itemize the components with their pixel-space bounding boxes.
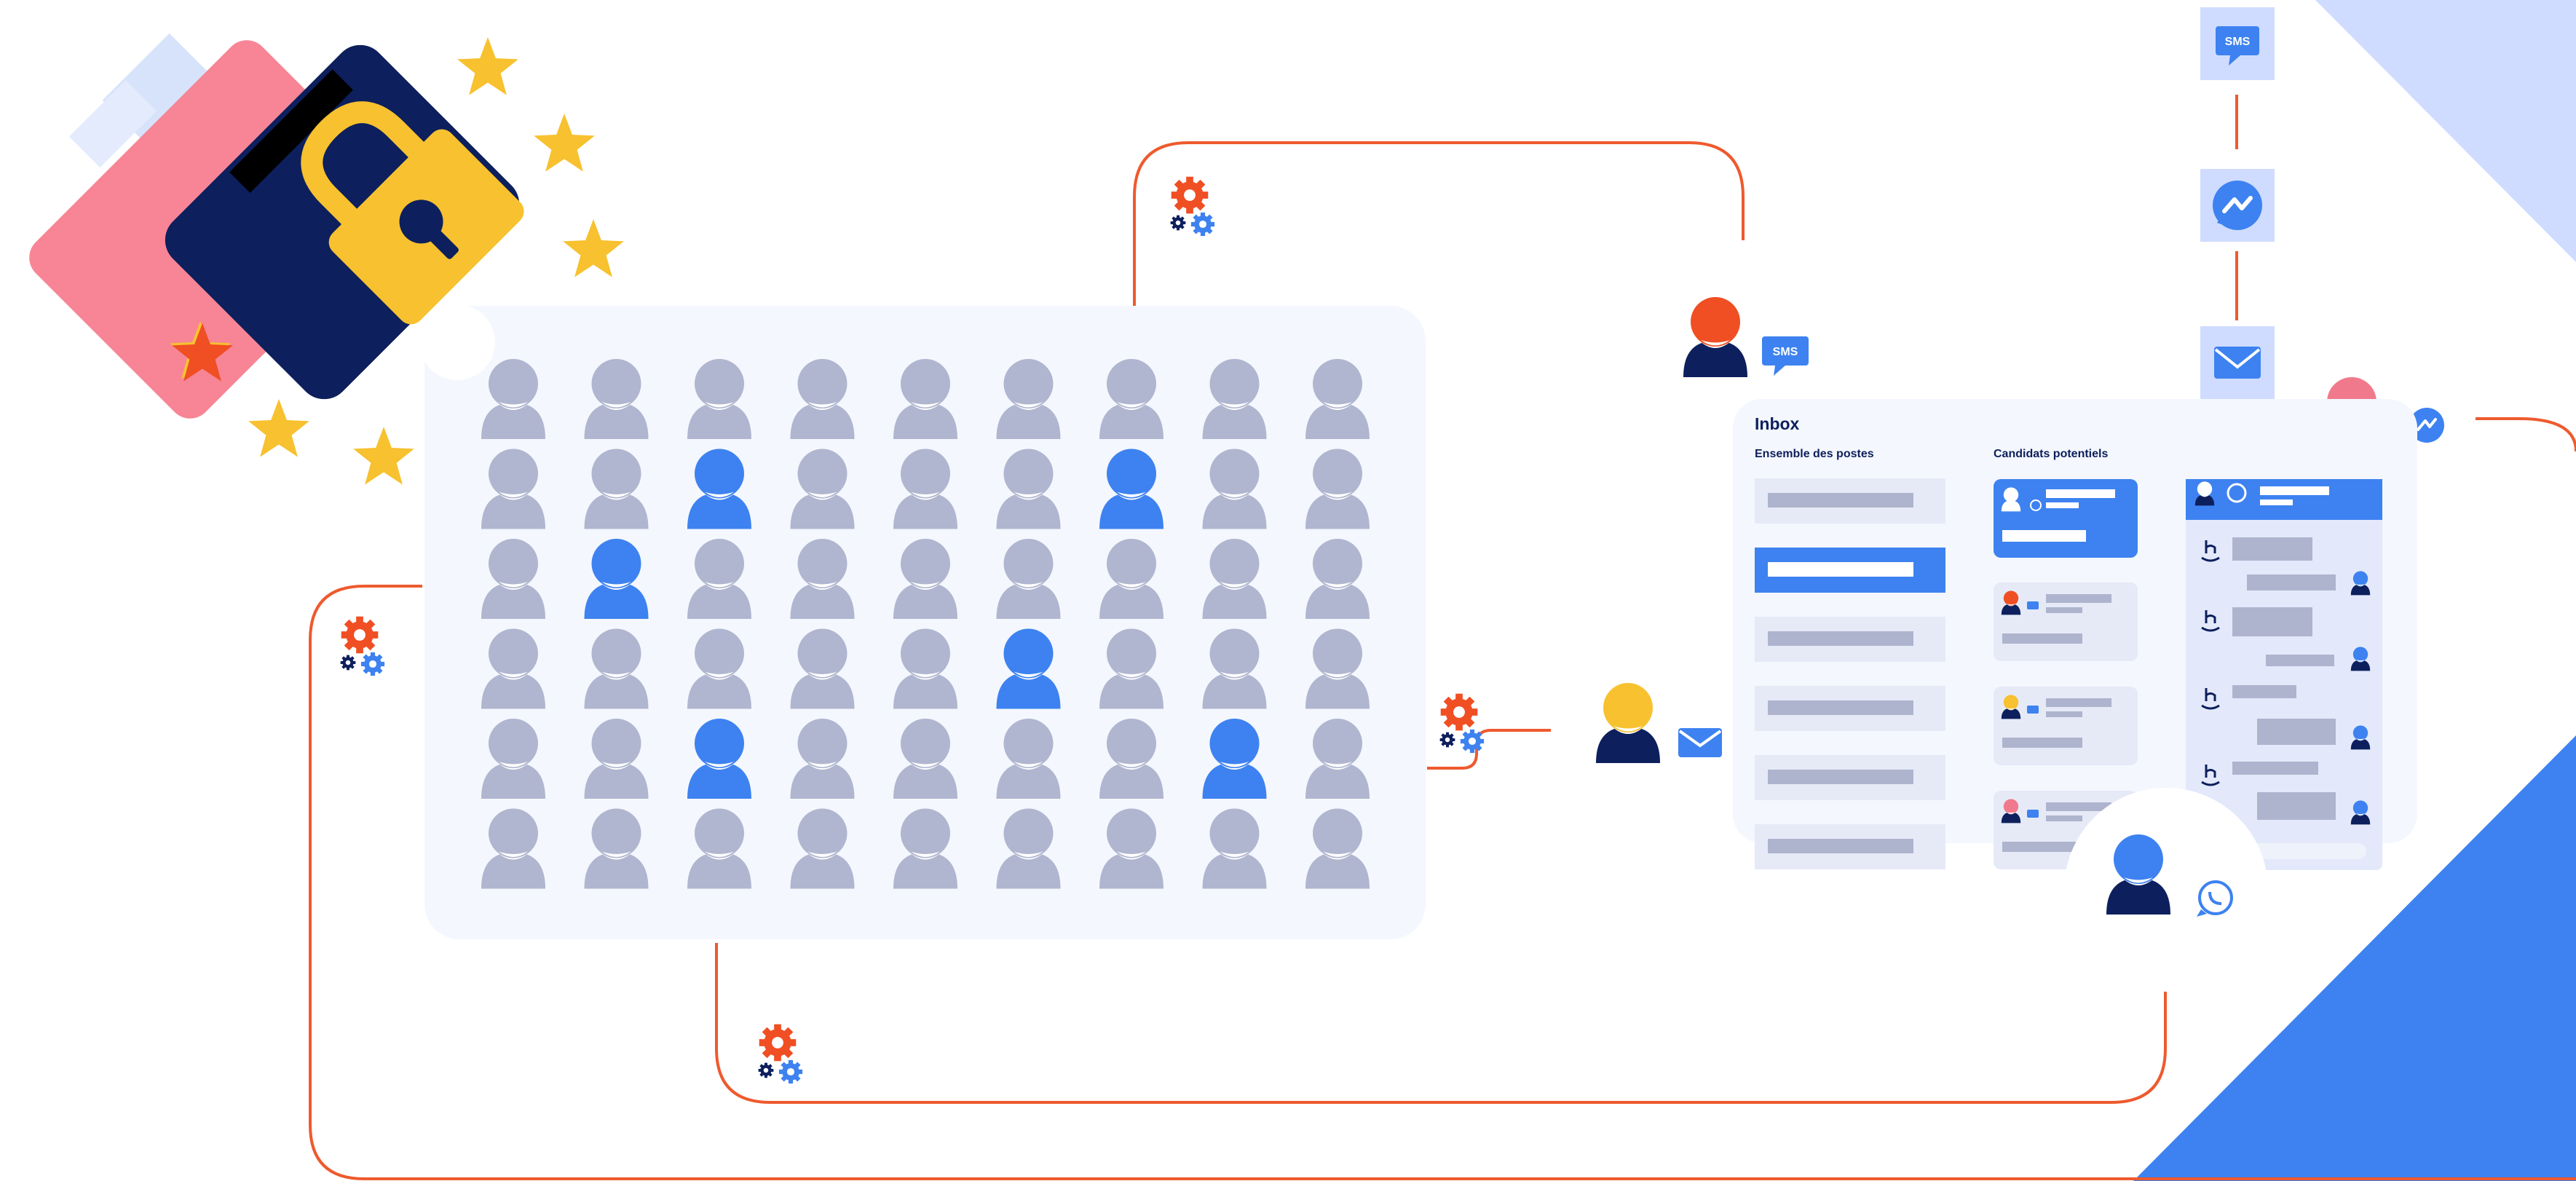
messenger-icon [2027,810,2039,818]
person-yellow-icon [1596,683,1660,763]
gear-icon [1170,215,1186,231]
gear-icon [1171,176,1209,214]
star-icon [457,37,518,95]
inbox-panel: Inbox Ensemble des postes Candidats pote… [1733,399,2417,870]
email-icon [2027,706,2039,714]
star-icon [534,114,595,172]
sms-label: SMS [2225,36,2251,48]
corner-triangle-top-right [2315,0,2576,262]
messenger-icon [2213,181,2262,230]
star-icon [353,427,414,485]
email-icon [2214,347,2261,379]
star-icon [563,219,624,277]
gear-icon [1439,732,1455,748]
job-item [1755,755,1945,800]
candidate-card [1994,687,2138,765]
gear-icon [1190,212,1215,237]
gear-group [1439,693,1485,754]
sms-label: SMS [1773,346,1798,358]
sms-icon: SMS [1762,336,1809,376]
inbox-title: Inbox [1755,414,1800,433]
gear-icon [341,616,379,654]
gear-group [1170,176,1215,237]
job-item [1755,617,1945,662]
gear-icon [340,655,356,671]
panel-notch [419,304,495,380]
email-icon [1678,728,1722,757]
gear-icon [1460,729,1485,754]
gear-group [758,1024,803,1084]
candidate-card [1994,582,2138,661]
gear-icon [759,1024,797,1062]
candidate-card-selected [1994,479,2138,558]
whatsapp-contact [2064,788,2268,992]
sms-icon [2027,601,2039,609]
gear-group [340,616,385,676]
column-heading-all-jobs: Ensemble des postes [1755,448,1874,460]
job-item [1755,824,1945,869]
person-orange-icon [1683,297,1747,377]
star-icon [248,399,309,457]
gear-icon [758,1062,774,1078]
channel-column: SMS [2200,7,2275,399]
conversation-header [2186,479,2382,520]
illustration: SMS SMS Inbox Ensemble des postes Candid… [29,0,2576,1181]
illustration-canvas: SMS SMS Inbox Ensemble des postes Candid… [0,0,2576,1181]
gear-icon [1440,693,1478,731]
column-heading-candidates: Candidats potentiels [1994,448,2108,460]
gear-icon [778,1059,803,1084]
job-item [1755,478,1945,524]
job-item-selected [1755,548,1945,593]
gear-icon [360,652,385,676]
job-item [1755,686,1945,731]
